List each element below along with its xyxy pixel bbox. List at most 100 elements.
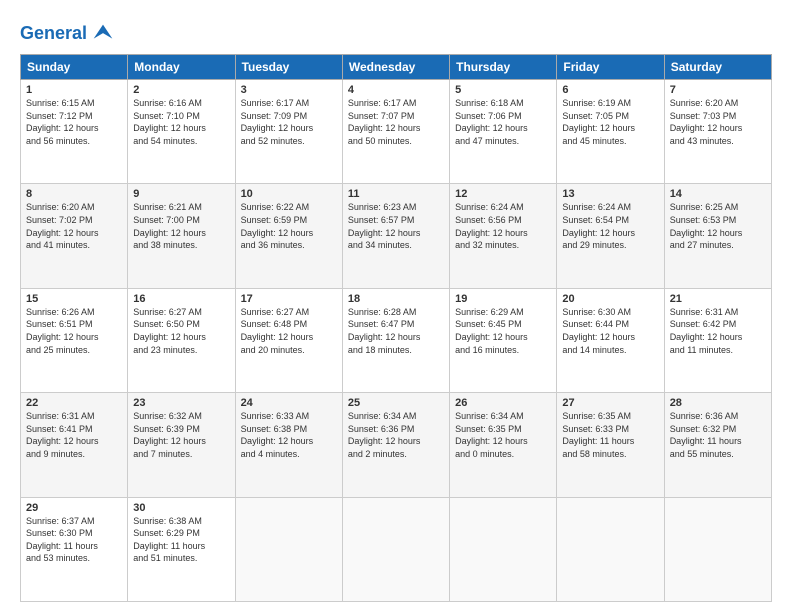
calendar-day-cell: 19Sunrise: 6:29 AM Sunset: 6:45 PM Dayli…	[450, 288, 557, 392]
calendar-day-cell: 17Sunrise: 6:27 AM Sunset: 6:48 PM Dayli…	[235, 288, 342, 392]
day-number: 21	[670, 293, 766, 305]
calendar-day-cell: 24Sunrise: 6:33 AM Sunset: 6:38 PM Dayli…	[235, 393, 342, 497]
day-number: 22	[26, 397, 122, 409]
calendar-day-cell: 22Sunrise: 6:31 AM Sunset: 6:41 PM Dayli…	[21, 393, 128, 497]
calendar-empty-cell	[557, 497, 664, 601]
day-info: Sunrise: 6:20 AM Sunset: 7:03 PM Dayligh…	[670, 97, 766, 147]
day-info: Sunrise: 6:32 AM Sunset: 6:39 PM Dayligh…	[133, 410, 229, 460]
day-number: 24	[241, 397, 337, 409]
calendar-day-cell: 15Sunrise: 6:26 AM Sunset: 6:51 PM Dayli…	[21, 288, 128, 392]
calendar-day-cell: 12Sunrise: 6:24 AM Sunset: 6:56 PM Dayli…	[450, 184, 557, 288]
day-info: Sunrise: 6:38 AM Sunset: 6:29 PM Dayligh…	[133, 515, 229, 565]
day-info: Sunrise: 6:31 AM Sunset: 6:42 PM Dayligh…	[670, 306, 766, 356]
day-info: Sunrise: 6:27 AM Sunset: 6:48 PM Dayligh…	[241, 306, 337, 356]
day-number: 29	[26, 502, 122, 514]
calendar-day-cell: 27Sunrise: 6:35 AM Sunset: 6:33 PM Dayli…	[557, 393, 664, 497]
calendar-day-cell: 21Sunrise: 6:31 AM Sunset: 6:42 PM Dayli…	[664, 288, 771, 392]
day-number: 28	[670, 397, 766, 409]
day-info: Sunrise: 6:20 AM Sunset: 7:02 PM Dayligh…	[26, 201, 122, 251]
column-header-thursday: Thursday	[450, 55, 557, 80]
day-info: Sunrise: 6:15 AM Sunset: 7:12 PM Dayligh…	[26, 97, 122, 147]
column-header-saturday: Saturday	[664, 55, 771, 80]
day-info: Sunrise: 6:30 AM Sunset: 6:44 PM Dayligh…	[562, 306, 658, 356]
column-header-wednesday: Wednesday	[342, 55, 449, 80]
calendar-day-cell: 8Sunrise: 6:20 AM Sunset: 7:02 PM Daylig…	[21, 184, 128, 288]
logo: General	[20, 20, 117, 48]
day-number: 6	[562, 84, 658, 96]
day-info: Sunrise: 6:35 AM Sunset: 6:33 PM Dayligh…	[562, 410, 658, 460]
day-number: 19	[455, 293, 551, 305]
calendar-day-cell: 5Sunrise: 6:18 AM Sunset: 7:06 PM Daylig…	[450, 80, 557, 184]
calendar-day-cell: 6Sunrise: 6:19 AM Sunset: 7:05 PM Daylig…	[557, 80, 664, 184]
day-info: Sunrise: 6:27 AM Sunset: 6:50 PM Dayligh…	[133, 306, 229, 356]
calendar-day-cell: 28Sunrise: 6:36 AM Sunset: 6:32 PM Dayli…	[664, 393, 771, 497]
day-number: 23	[133, 397, 229, 409]
day-number: 27	[562, 397, 658, 409]
day-info: Sunrise: 6:17 AM Sunset: 7:09 PM Dayligh…	[241, 97, 337, 147]
calendar-day-cell: 10Sunrise: 6:22 AM Sunset: 6:59 PM Dayli…	[235, 184, 342, 288]
calendar-day-cell: 1Sunrise: 6:15 AM Sunset: 7:12 PM Daylig…	[21, 80, 128, 184]
day-number: 7	[670, 84, 766, 96]
day-number: 26	[455, 397, 551, 409]
calendar-day-cell: 26Sunrise: 6:34 AM Sunset: 6:35 PM Dayli…	[450, 393, 557, 497]
day-info: Sunrise: 6:22 AM Sunset: 6:59 PM Dayligh…	[241, 201, 337, 251]
day-info: Sunrise: 6:29 AM Sunset: 6:45 PM Dayligh…	[455, 306, 551, 356]
calendar-day-cell: 4Sunrise: 6:17 AM Sunset: 7:07 PM Daylig…	[342, 80, 449, 184]
calendar-table: SundayMondayTuesdayWednesdayThursdayFrid…	[20, 54, 772, 602]
day-info: Sunrise: 6:17 AM Sunset: 7:07 PM Dayligh…	[348, 97, 444, 147]
calendar-day-cell: 29Sunrise: 6:37 AM Sunset: 6:30 PM Dayli…	[21, 497, 128, 601]
calendar-week-row: 15Sunrise: 6:26 AM Sunset: 6:51 PM Dayli…	[21, 288, 772, 392]
calendar-day-cell: 13Sunrise: 6:24 AM Sunset: 6:54 PM Dayli…	[557, 184, 664, 288]
calendar-day-cell: 25Sunrise: 6:34 AM Sunset: 6:36 PM Dayli…	[342, 393, 449, 497]
day-number: 18	[348, 293, 444, 305]
day-number: 4	[348, 84, 444, 96]
day-info: Sunrise: 6:34 AM Sunset: 6:35 PM Dayligh…	[455, 410, 551, 460]
day-info: Sunrise: 6:24 AM Sunset: 6:54 PM Dayligh…	[562, 201, 658, 251]
day-info: Sunrise: 6:31 AM Sunset: 6:41 PM Dayligh…	[26, 410, 122, 460]
day-number: 17	[241, 293, 337, 305]
day-number: 30	[133, 502, 229, 514]
day-number: 15	[26, 293, 122, 305]
calendar-day-cell: 23Sunrise: 6:32 AM Sunset: 6:39 PM Dayli…	[128, 393, 235, 497]
day-info: Sunrise: 6:28 AM Sunset: 6:47 PM Dayligh…	[348, 306, 444, 356]
day-info: Sunrise: 6:16 AM Sunset: 7:10 PM Dayligh…	[133, 97, 229, 147]
calendar-empty-cell	[342, 497, 449, 601]
day-info: Sunrise: 6:37 AM Sunset: 6:30 PM Dayligh…	[26, 515, 122, 565]
calendar-day-cell: 9Sunrise: 6:21 AM Sunset: 7:00 PM Daylig…	[128, 184, 235, 288]
day-info: Sunrise: 6:24 AM Sunset: 6:56 PM Dayligh…	[455, 201, 551, 251]
header: General	[20, 16, 772, 48]
calendar-empty-cell	[235, 497, 342, 601]
day-number: 8	[26, 188, 122, 200]
day-number: 9	[133, 188, 229, 200]
column-header-sunday: Sunday	[21, 55, 128, 80]
day-info: Sunrise: 6:18 AM Sunset: 7:06 PM Dayligh…	[455, 97, 551, 147]
calendar-day-cell: 11Sunrise: 6:23 AM Sunset: 6:57 PM Dayli…	[342, 184, 449, 288]
day-number: 1	[26, 84, 122, 96]
day-number: 5	[455, 84, 551, 96]
day-number: 3	[241, 84, 337, 96]
day-info: Sunrise: 6:33 AM Sunset: 6:38 PM Dayligh…	[241, 410, 337, 460]
calendar-empty-cell	[450, 497, 557, 601]
calendar-day-cell: 30Sunrise: 6:38 AM Sunset: 6:29 PM Dayli…	[128, 497, 235, 601]
column-header-friday: Friday	[557, 55, 664, 80]
calendar-week-row: 29Sunrise: 6:37 AM Sunset: 6:30 PM Dayli…	[21, 497, 772, 601]
day-number: 14	[670, 188, 766, 200]
column-header-monday: Monday	[128, 55, 235, 80]
calendar-day-cell: 3Sunrise: 6:17 AM Sunset: 7:09 PM Daylig…	[235, 80, 342, 184]
calendar-header-row: SundayMondayTuesdayWednesdayThursdayFrid…	[21, 55, 772, 80]
day-number: 13	[562, 188, 658, 200]
logo-text-block: General	[20, 20, 117, 48]
calendar-day-cell: 2Sunrise: 6:16 AM Sunset: 7:10 PM Daylig…	[128, 80, 235, 184]
calendar-week-row: 22Sunrise: 6:31 AM Sunset: 6:41 PM Dayli…	[21, 393, 772, 497]
day-number: 16	[133, 293, 229, 305]
calendar-day-cell: 18Sunrise: 6:28 AM Sunset: 6:47 PM Dayli…	[342, 288, 449, 392]
day-number: 12	[455, 188, 551, 200]
day-info: Sunrise: 6:34 AM Sunset: 6:36 PM Dayligh…	[348, 410, 444, 460]
column-header-tuesday: Tuesday	[235, 55, 342, 80]
day-info: Sunrise: 6:19 AM Sunset: 7:05 PM Dayligh…	[562, 97, 658, 147]
day-number: 2	[133, 84, 229, 96]
day-info: Sunrise: 6:26 AM Sunset: 6:51 PM Dayligh…	[26, 306, 122, 356]
logo-bird-icon	[89, 20, 117, 48]
day-info: Sunrise: 6:25 AM Sunset: 6:53 PM Dayligh…	[670, 201, 766, 251]
day-number: 10	[241, 188, 337, 200]
